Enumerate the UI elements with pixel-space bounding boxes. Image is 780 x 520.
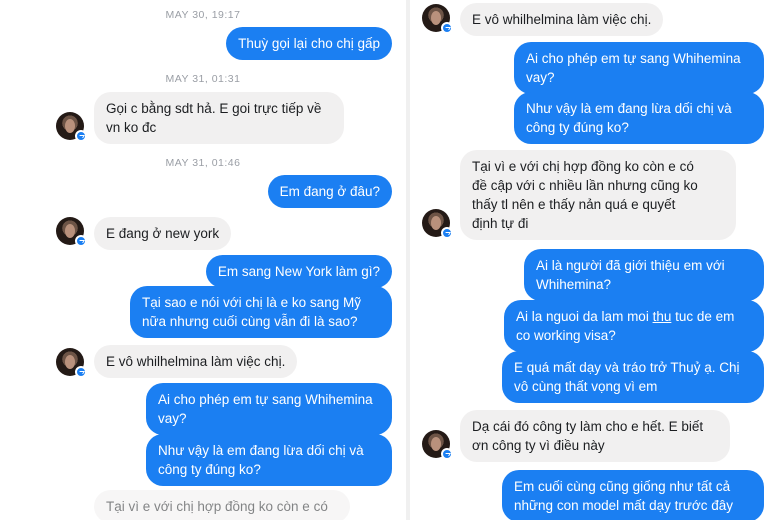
- sent-message: Ai cho phép em tự sang Whihemina vay?: [514, 42, 764, 94]
- timestamp: MAY 30, 19:17: [165, 9, 241, 21]
- underlined-word: thu: [652, 309, 672, 324]
- contact-avatar[interactable]: [422, 4, 453, 34]
- right-conversation-panel: E vô whilhelmina làm việc chị. Ai cho ph…: [410, 0, 780, 520]
- avatar-face: [431, 437, 441, 451]
- contact-avatar[interactable]: [56, 112, 87, 142]
- received-message: Dạ cái đó công ty làm cho e hết. E biết …: [460, 410, 730, 462]
- messenger-badge-icon: [441, 448, 453, 460]
- avatar-face: [431, 11, 441, 25]
- sent-message: Ai la nguoi da lam moi thu tuc de em co …: [504, 300, 764, 352]
- avatar-face: [65, 355, 75, 369]
- received-message: Tại vì e với chị hợp đồng ko còn e có đề…: [460, 150, 736, 240]
- sent-message: Ai là người đã giới thiệu em với Whihemi…: [524, 249, 764, 301]
- sent-message: Tại sao e nói với chị là e ko sang Mỹ nữ…: [130, 286, 392, 338]
- sent-message: Như vậy là em đang lừa dối chị và công t…: [514, 92, 764, 144]
- contact-avatar[interactable]: [422, 430, 453, 460]
- avatar-face: [431, 216, 441, 230]
- received-message: Gọi c bằng sdt hả. E goi trực tiếp về vn…: [94, 92, 344, 144]
- messenger-badge-icon: [75, 235, 87, 247]
- messenger-badge-icon: [441, 227, 453, 239]
- sent-message: Ai cho phép em tự sang Whihemina vay?: [146, 383, 392, 435]
- messenger-badge-icon: [441, 22, 453, 34]
- received-message: E vô whilhelmina làm việc chị.: [460, 3, 664, 36]
- received-message-partial: Tại vì e với chị hợp đồng ko còn e có: [94, 490, 350, 520]
- messenger-badge-icon: [75, 130, 87, 142]
- avatar-face: [65, 119, 75, 133]
- sent-message: Như vậy là em đang lừa dối chị và công t…: [146, 434, 392, 486]
- sent-message: Em sang New York làm gì?: [205, 255, 392, 288]
- received-message: E đang ở new york: [94, 217, 232, 250]
- sent-message: Thuỳ gọi lại cho chị gấp: [226, 27, 392, 60]
- sent-message: Em cuối cùng cũng giống như tất cả những…: [502, 470, 764, 520]
- sent-message: Em đang ở đâu?: [267, 175, 392, 208]
- message-text-part: Ai la nguoi da lam moi: [516, 309, 653, 324]
- sent-message: E quá mất dạy và tráo trở Thuỷ ạ. Chị vô…: [502, 351, 764, 403]
- timestamp: MAY 31, 01:46: [165, 157, 241, 169]
- received-message: E vô whilhelmina làm việc chị.: [94, 345, 298, 378]
- contact-avatar[interactable]: [56, 217, 87, 247]
- timestamp: MAY 31, 01:31: [165, 73, 241, 85]
- contact-avatar[interactable]: [56, 348, 87, 378]
- avatar-face: [65, 224, 75, 238]
- messenger-badge-icon: [75, 366, 87, 378]
- left-conversation-panel: MAY 30, 19:17 Thuỳ gọi lại cho chị gấp M…: [0, 0, 406, 520]
- contact-avatar[interactable]: [422, 209, 453, 239]
